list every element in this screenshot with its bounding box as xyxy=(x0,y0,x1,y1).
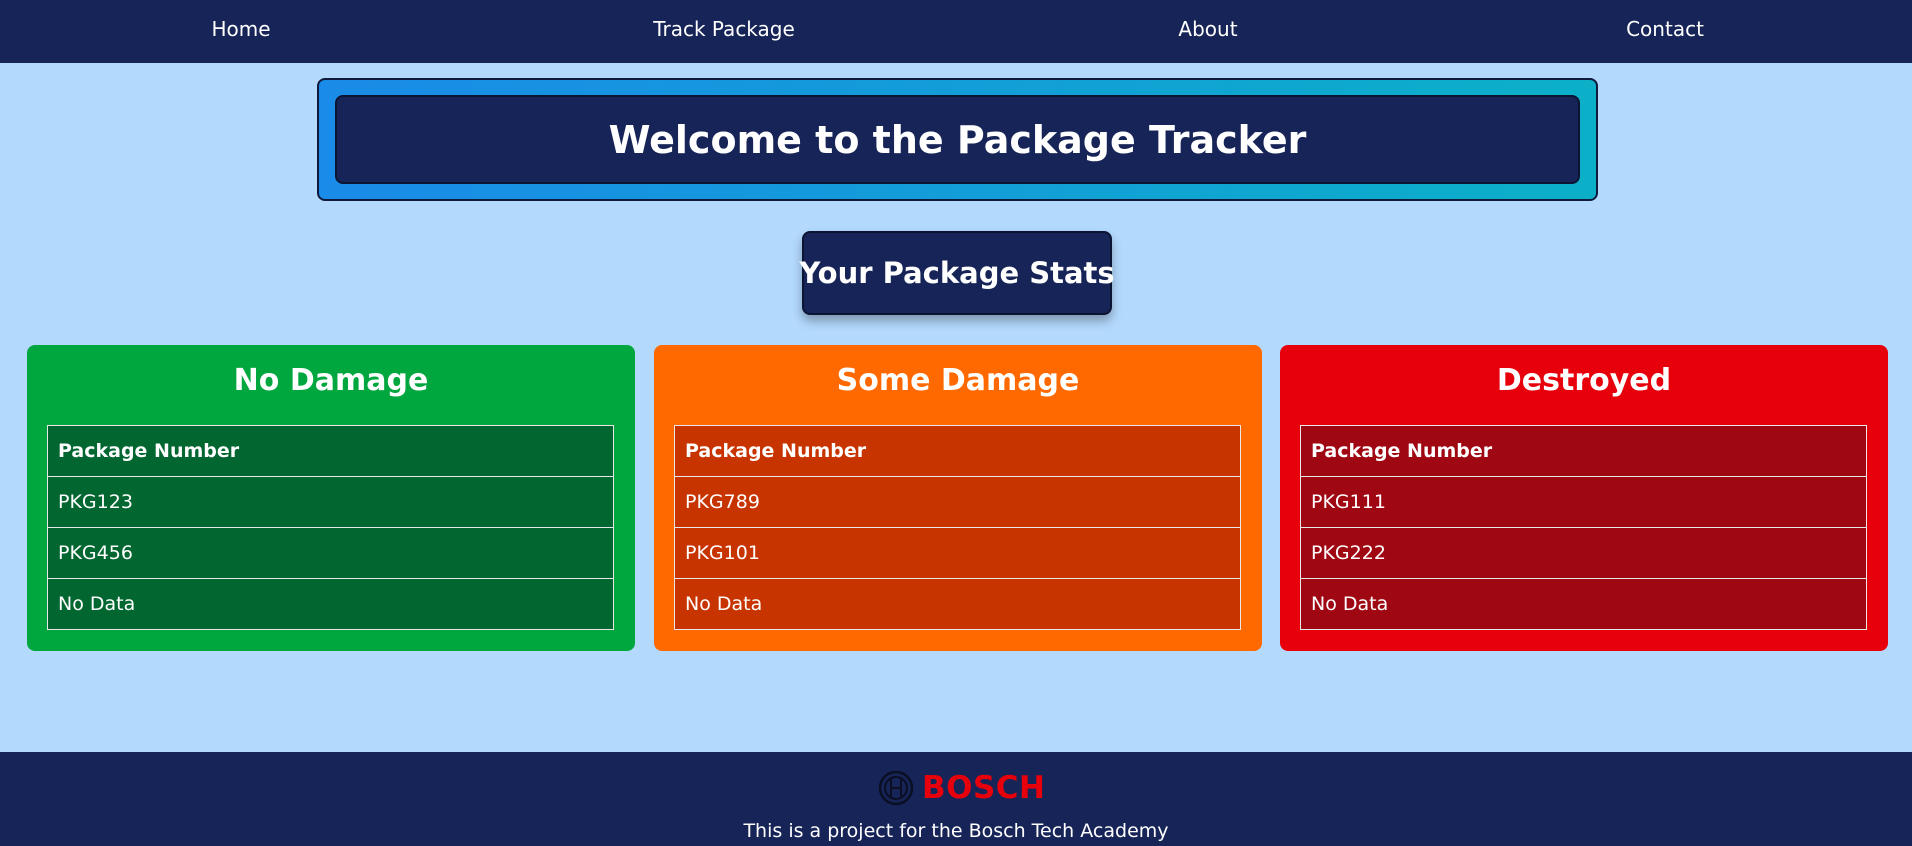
nav-home-link[interactable]: Home xyxy=(211,0,270,63)
card-title: No Damage xyxy=(233,363,429,398)
table-row: PKG456 xyxy=(47,527,614,579)
table-cell: PKG222 xyxy=(1300,527,1867,579)
nav-track-package-link[interactable]: Track Package xyxy=(653,0,795,63)
table-cell: PKG111 xyxy=(1300,476,1867,528)
bosch-logo: BOSCH xyxy=(878,769,1046,807)
table-cell: PKG123 xyxy=(47,476,614,528)
card-title: Destroyed xyxy=(1496,363,1672,398)
table-row: PKG111 xyxy=(1300,476,1867,528)
welcome-banner: Welcome to the Package Tracker xyxy=(317,78,1598,201)
column-header: Package Number xyxy=(1300,425,1867,477)
table-row: PKG222 xyxy=(1300,527,1867,579)
table-header-row: Package Number xyxy=(1300,425,1867,477)
package-table: Package Number PKG111 PKG222 No Data xyxy=(1300,425,1867,630)
package-table: Package Number PKG789 PKG101 No Data xyxy=(674,425,1241,630)
table-cell: PKG789 xyxy=(674,476,1241,528)
table-cell: PKG456 xyxy=(47,527,614,579)
welcome-banner-inner: Welcome to the Package Tracker xyxy=(335,95,1580,184)
footer-text: This is a project for the Bosch Tech Aca… xyxy=(743,820,1169,842)
footer: BOSCH This is a project for the Bosch Te… xyxy=(0,752,1912,846)
nav-contact-link[interactable]: Contact xyxy=(1626,0,1704,63)
table-row: PKG789 xyxy=(674,476,1241,528)
table-header-row: Package Number xyxy=(674,425,1241,477)
card-some-damage: Some Damage Package Number PKG789 PKG101… xyxy=(654,345,1262,651)
table-row: No Data xyxy=(47,578,614,630)
column-header: Package Number xyxy=(47,425,614,477)
stats-heading: Your Package Stats xyxy=(799,256,1115,290)
table-row: No Data xyxy=(674,578,1241,630)
package-table: Package Number PKG123 PKG456 No Data xyxy=(47,425,614,630)
table-cell: No Data xyxy=(1300,578,1867,630)
nav-about-link[interactable]: About xyxy=(1178,0,1237,63)
card-no-damage: No Damage Package Number PKG123 PKG456 N… xyxy=(27,345,635,651)
card-title: Some Damage xyxy=(836,363,1080,398)
bosch-wordmark: BOSCH xyxy=(922,770,1046,806)
table-row: No Data xyxy=(1300,578,1867,630)
bosch-armature-icon xyxy=(878,770,914,806)
page-title: Welcome to the Package Tracker xyxy=(608,117,1307,162)
table-row: PKG101 xyxy=(674,527,1241,579)
table-cell: No Data xyxy=(47,578,614,630)
table-header-row: Package Number xyxy=(47,425,614,477)
table-cell: PKG101 xyxy=(674,527,1241,579)
stats-heading-box: Your Package Stats xyxy=(799,231,1115,315)
card-destroyed: Destroyed Package Number PKG111 PKG222 N… xyxy=(1280,345,1888,651)
column-header: Package Number xyxy=(674,425,1241,477)
top-nav: Home Track Package About Contact xyxy=(0,0,1912,63)
table-cell: No Data xyxy=(674,578,1241,630)
table-row: PKG123 xyxy=(47,476,614,528)
